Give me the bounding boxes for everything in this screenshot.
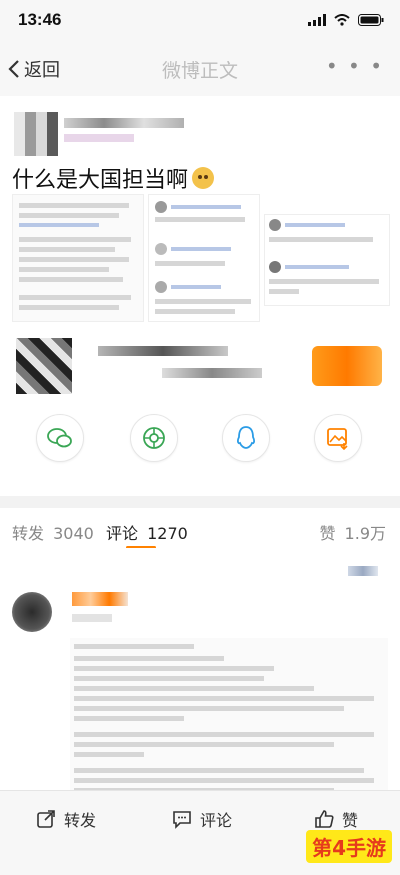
comment-button[interactable]: 评论 <box>172 807 232 831</box>
qq-icon <box>237 426 255 449</box>
tab-repost[interactable]: 转发 3040 <box>12 520 94 544</box>
share-qq-button[interactable] <box>222 414 270 462</box>
image-save-icon <box>327 428 348 450</box>
post-image-right[interactable] <box>264 214 390 306</box>
save-image-button[interactable] <box>314 414 362 462</box>
like-button[interactable]: 赞 <box>314 807 358 831</box>
moments-icon <box>143 427 165 449</box>
tab-comments[interactable]: 评论 1270 <box>106 520 188 544</box>
repost-icon <box>37 810 55 828</box>
commenter-avatar[interactable] <box>12 592 52 632</box>
share-moments-button[interactable] <box>130 414 178 462</box>
link-card[interactable] <box>12 332 388 402</box>
status-icons <box>308 14 384 26</box>
status-time: 13:46 <box>18 10 62 29</box>
wifi-icon <box>334 14 350 26</box>
wechat-icon <box>47 428 72 448</box>
post-title: 什么是大国担当啊 <box>12 162 215 194</box>
thumbs-up-icon <box>315 810 334 828</box>
post-card: 什么是大国担当啊 <box>0 96 400 496</box>
bottom-action-bar: 转发 评论 赞 第4手游 <box>0 790 400 875</box>
nav-bar: 返回 微博正文 • • • <box>0 44 400 96</box>
battery-icon <box>358 14 384 26</box>
tab-likes[interactable]: 赞 1.9万 <box>319 520 386 544</box>
repost-button[interactable]: 转发 <box>36 807 96 831</box>
comment-icon <box>173 811 191 829</box>
more-button[interactable]: • • • <box>326 54 384 78</box>
signal-icon <box>308 14 326 26</box>
status-bar: 13:46 <box>0 0 400 44</box>
comment-item <box>0 548 400 838</box>
site-watermark: 第4手游 <box>306 830 392 863</box>
post-image-middle[interactable] <box>148 194 260 322</box>
doge-emoji-icon <box>192 167 215 189</box>
author-avatar[interactable] <box>14 112 58 156</box>
share-wechat-button[interactable] <box>36 414 84 462</box>
post-image-left[interactable] <box>12 194 144 322</box>
